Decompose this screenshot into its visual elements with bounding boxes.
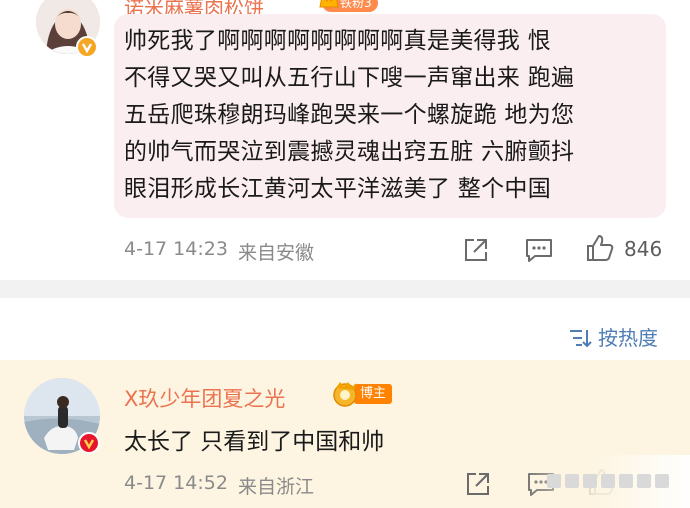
- username[interactable]: X玖少年团夏之光: [124, 383, 285, 413]
- thumbs-up-icon[interactable]: [584, 232, 616, 268]
- share-icon[interactable]: [464, 470, 492, 502]
- comment-text: 帅死我了啊啊啊啊啊啊啊啊真是美得我 恨 不得又哭又叫从五行山下嗖一声窜出来 跑遍…: [124, 23, 664, 208]
- comment-line: 帅死我了啊啊啊啊啊啊啊啊真是美得我 恨: [124, 28, 552, 54]
- comment-line: 五岳爬珠穆朗玛峰跑哭来一个螺旋跪 地为您: [124, 102, 575, 128]
- comment-location: 来自安徽: [238, 242, 315, 264]
- fan-level-label: 铁粉3: [340, 0, 372, 10]
- comment-text: 太长了 只看到了中国和帅: [124, 429, 385, 455]
- section-divider: [0, 280, 690, 298]
- crown-icon: [319, 0, 339, 8]
- comment-line: 的帅气而哭泣到震撼灵魂出窍五脏 六腑颤抖: [124, 139, 575, 165]
- comment-location: 来自浙江: [238, 476, 315, 498]
- sort-label: 按热度: [598, 326, 658, 350]
- comment-feed: 诺米麻薯肉松饼 铁粉3 帅死我了啊啊啊啊啊啊啊啊真是美得我 恨 不得又哭又叫从五…: [0, 0, 690, 508]
- sort-icon: [570, 330, 592, 348]
- medal-icon: [333, 382, 357, 407]
- watermark: [545, 468, 685, 494]
- comment-time: 4-17 14:52: [124, 472, 228, 494]
- sort-by-hot-button[interactable]: 按热度: [568, 322, 658, 352]
- share-icon[interactable]: [462, 236, 490, 268]
- blogger-badge: 博主: [330, 380, 393, 407]
- comment-line: 不得又哭又叫从五行山下嗖一声窜出来 跑遍: [124, 65, 575, 91]
- verified-badge-icon: [78, 432, 100, 454]
- like-count: 846: [624, 237, 663, 261]
- fan-level-badge: 铁粉3: [319, 0, 378, 12]
- comment-line: 眼泪形成长江黄河太平洋滋美了 整个中国: [124, 176, 552, 202]
- verified-badge-icon: [76, 36, 98, 58]
- comment-icon[interactable]: [524, 236, 554, 268]
- comment-time: 4-17 14:23: [124, 238, 228, 260]
